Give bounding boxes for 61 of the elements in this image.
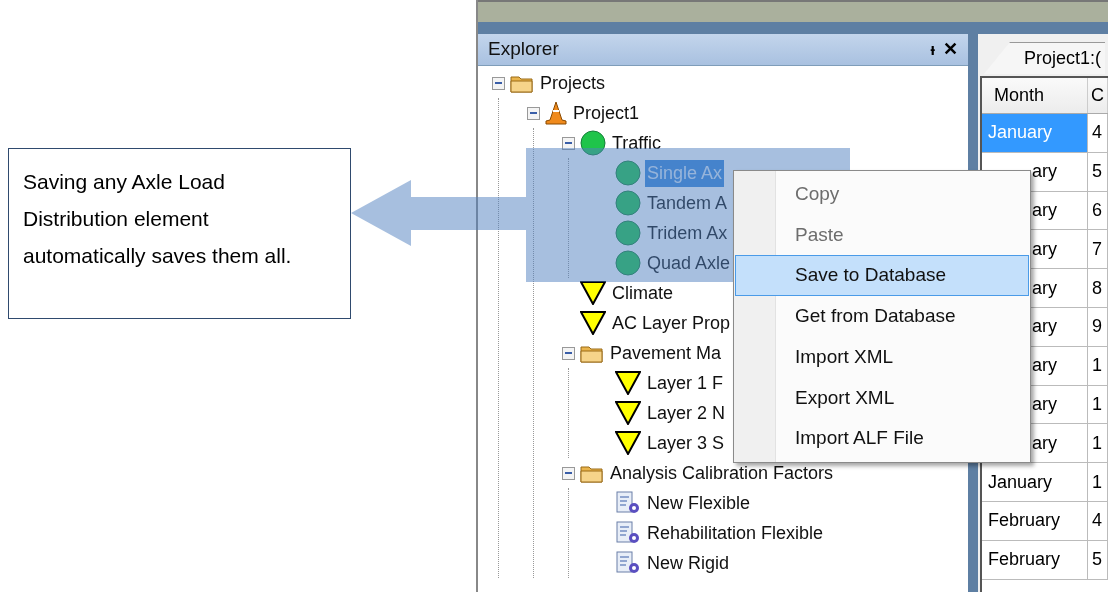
warning-triangle-icon bbox=[580, 281, 606, 305]
callout-note: Saving any Axle Load Distribution element automatically saves them all. bbox=[8, 148, 351, 319]
table-cell: 4 bbox=[1088, 501, 1108, 540]
tree-item[interactable]: Rehabilitation Flexible bbox=[645, 519, 826, 547]
document-gear-icon bbox=[615, 521, 641, 545]
folder-icon bbox=[510, 73, 534, 93]
close-button[interactable]: ✕ bbox=[943, 36, 958, 63]
folder-icon bbox=[580, 463, 604, 483]
column-header[interactable]: Month bbox=[982, 78, 1088, 113]
table-cell: February bbox=[982, 540, 1088, 579]
tree-item[interactable]: Traffic bbox=[610, 129, 663, 157]
collapse-toggle[interactable] bbox=[561, 466, 575, 480]
circle-icon bbox=[580, 130, 606, 156]
tree-item[interactable]: New Rigid bbox=[645, 549, 732, 577]
table-cell: January bbox=[982, 114, 1088, 152]
tree-item[interactable]: Tridem Ax bbox=[645, 219, 730, 247]
tree-item[interactable]: New Flexible bbox=[645, 489, 753, 517]
tree-item[interactable]: Layer 2 N bbox=[645, 399, 728, 427]
warning-triangle-icon bbox=[615, 401, 641, 425]
pin-button[interactable]: ᵼ bbox=[930, 37, 935, 62]
collapse-toggle[interactable] bbox=[526, 106, 540, 120]
table-cell: 5 bbox=[1088, 540, 1108, 579]
document-gear-icon bbox=[615, 551, 641, 575]
table-cell: 6 bbox=[1088, 191, 1108, 230]
cone-icon bbox=[545, 101, 567, 125]
circle-icon bbox=[615, 220, 641, 246]
table-cell: 1 bbox=[1088, 385, 1108, 424]
tree-item[interactable]: Projects bbox=[538, 69, 608, 97]
document-gear-icon bbox=[615, 491, 641, 515]
circle-icon bbox=[615, 160, 641, 186]
panel-title: Explorer bbox=[488, 37, 560, 62]
table-cell: 9 bbox=[1088, 308, 1108, 346]
collapse-toggle[interactable] bbox=[561, 346, 575, 360]
table-cell: 7 bbox=[1088, 230, 1108, 269]
table-cell: 1 bbox=[1088, 424, 1108, 463]
tree-item[interactable]: Climate bbox=[610, 279, 675, 307]
circle-icon bbox=[615, 190, 641, 216]
warning-triangle-icon bbox=[580, 311, 606, 335]
table-cell: February bbox=[982, 501, 1088, 540]
collapse-toggle[interactable] bbox=[561, 136, 575, 150]
tree-item[interactable]: Pavement Ma bbox=[608, 339, 724, 367]
tree-item[interactable]: Layer 1 F bbox=[645, 369, 726, 397]
circle-icon bbox=[615, 250, 641, 276]
tree-item[interactable]: Tandem A bbox=[645, 189, 730, 217]
table-cell: 4 bbox=[1088, 114, 1108, 152]
collapse-toggle[interactable] bbox=[491, 76, 505, 90]
table-cell: 5 bbox=[1088, 152, 1108, 191]
tree-item[interactable]: Analysis Calibration Factors bbox=[608, 459, 836, 487]
warning-triangle-icon bbox=[615, 371, 641, 395]
table-cell: 1 bbox=[1088, 463, 1108, 501]
table-cell: 1 bbox=[1088, 346, 1108, 385]
column-header[interactable]: C bbox=[1088, 78, 1108, 113]
tree-item[interactable]: Project1 bbox=[571, 99, 642, 127]
tree-item[interactable]: Quad Axle bbox=[645, 249, 733, 277]
document-tab[interactable]: Project1:( bbox=[984, 42, 1106, 74]
tree-item[interactable]: AC Layer Prop bbox=[610, 309, 733, 337]
warning-triangle-icon bbox=[615, 431, 641, 455]
tree-item[interactable]: Layer 3 S bbox=[645, 429, 727, 457]
folder-icon bbox=[580, 343, 604, 363]
table-cell: 8 bbox=[1088, 269, 1108, 307]
menu-item[interactable]: Save to Database bbox=[735, 255, 1029, 297]
